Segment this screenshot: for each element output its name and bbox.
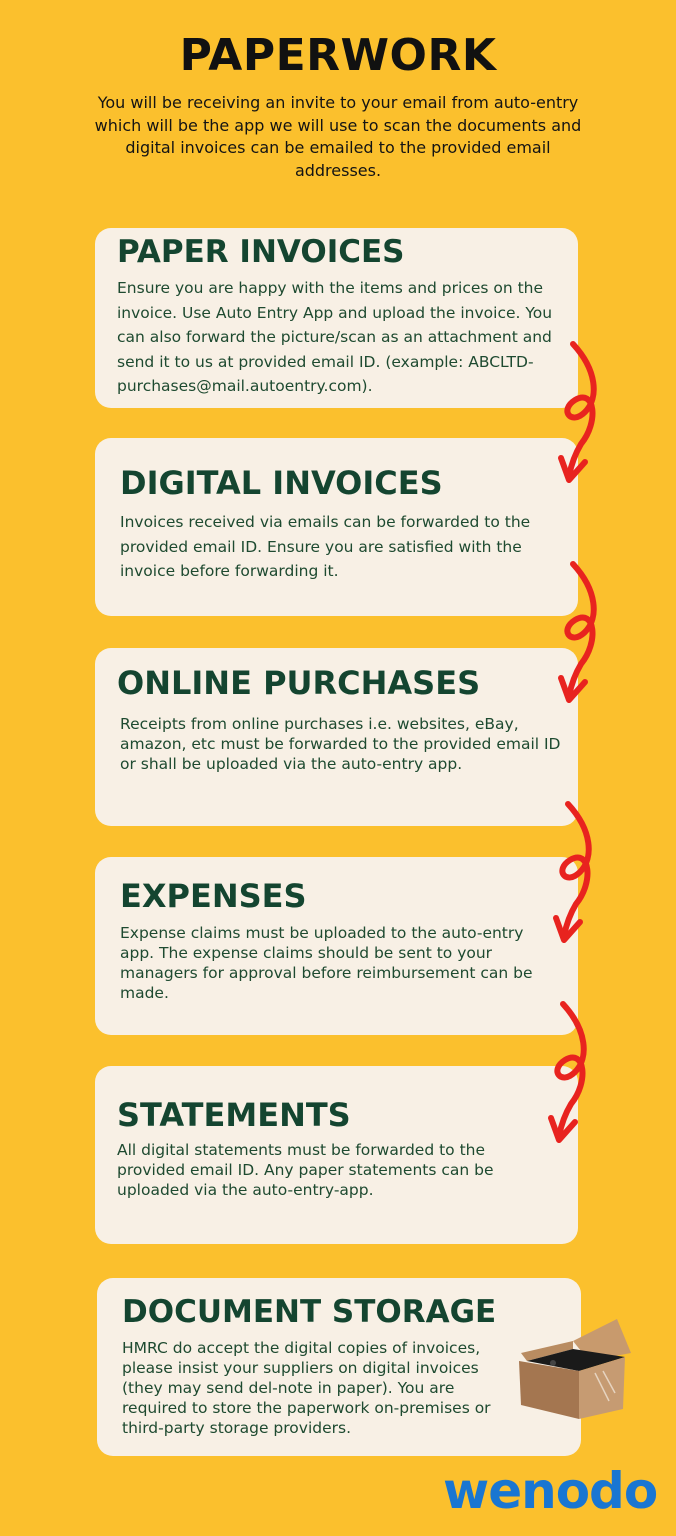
card-heading: STATEMENTS	[117, 1096, 351, 1134]
card-online-purchases: ONLINE PURCHASES Receipts from online pu…	[95, 648, 578, 826]
wenodo-logo: wenodo	[443, 1462, 658, 1520]
card-heading: DIGITAL INVOICES	[120, 464, 443, 502]
curly-arrow-icon	[553, 801, 592, 943]
card-heading: PAPER INVOICES	[117, 234, 405, 270]
card-heading: DOCUMENT STORAGE	[122, 1294, 497, 1330]
card-document-storage: DOCUMENT STORAGE HMRC do accept the digi…	[97, 1278, 581, 1456]
card-expenses: EXPENSES Expense claims must be uploaded…	[95, 857, 578, 1035]
card-paper-invoices: PAPER INVOICES Ensure you are happy with…	[95, 228, 578, 408]
open-box-icon	[519, 1319, 631, 1419]
card-heading: ONLINE PURCHASES	[117, 664, 481, 702]
card-heading: EXPENSES	[120, 877, 307, 915]
page-title: PAPERWORK	[179, 30, 497, 81]
card-statements: STATEMENTS All digital statements must b…	[95, 1066, 578, 1244]
intro-text: You will be receiving an invite to your …	[94, 93, 582, 180]
curly-arrow-icon	[558, 341, 597, 483]
curly-arrow-icon	[558, 561, 597, 703]
card-body: Invoices received via emails can be forw…	[120, 513, 531, 580]
card-body: Receipts from online purchases i.e. webs…	[120, 715, 561, 773]
card-body: Expense claims must be uploaded to the a…	[120, 924, 533, 1002]
curly-arrow-icon	[548, 1001, 587, 1143]
card-digital-invoices: DIGITAL INVOICES Invoices received via e…	[95, 438, 578, 616]
card-body: All digital statements must be forwarded…	[117, 1141, 494, 1199]
card-body: Ensure you are happy with the items and …	[117, 279, 553, 395]
card-body: HMRC do accept the digital copies of inv…	[122, 1339, 491, 1437]
